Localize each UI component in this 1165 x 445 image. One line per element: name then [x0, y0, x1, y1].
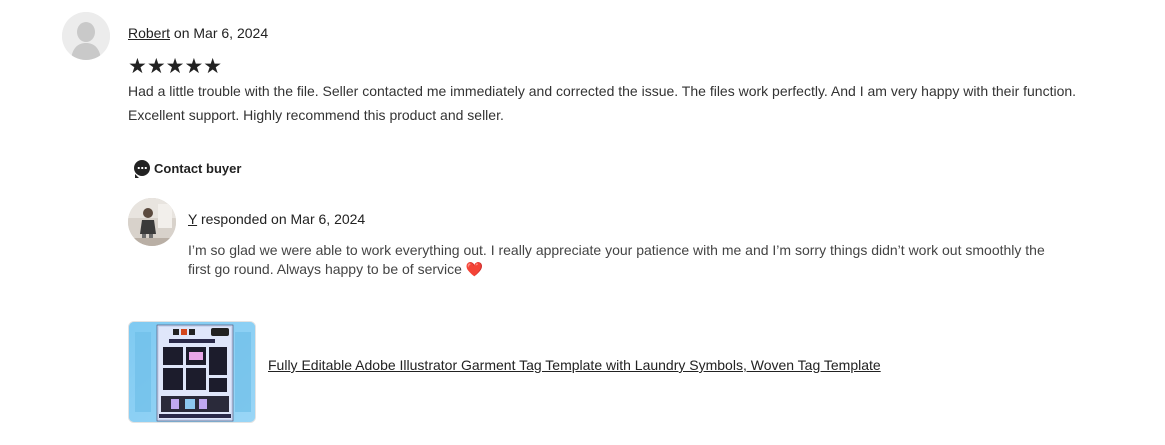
- product-image: [129, 322, 255, 422]
- contact-buyer-label: Contact buyer: [154, 160, 242, 176]
- chat-bubble-icon: [134, 160, 150, 178]
- review-meta: Robert on Mar 6, 2024: [128, 25, 268, 41]
- review-date: Mar 6, 2024: [193, 25, 269, 41]
- product-thumbnail[interactable]: [128, 321, 256, 423]
- star-rating: ★★★★★: [128, 55, 223, 78]
- user-silhouette-icon: [62, 12, 110, 60]
- heart-emoji-icon: ❤️: [465, 261, 484, 277]
- seller-photo-icon: [128, 198, 176, 246]
- response-meta: Y responded on Mar 6, 2024: [188, 211, 365, 227]
- contact-buyer-button[interactable]: Contact buyer: [134, 157, 241, 179]
- product-title-link[interactable]: Fully Editable Adobe Illustrator Garment…: [268, 356, 888, 375]
- date-prefix: on: [170, 25, 194, 41]
- review-text: Had a little trouble with the file. Sell…: [128, 83, 1077, 123]
- reviewer-name-link[interactable]: Robert: [128, 25, 170, 41]
- response-text: I’m so glad we were able to work everyth…: [188, 241, 1068, 279]
- reviewer-avatar[interactable]: [62, 12, 110, 60]
- seller-name-link[interactable]: Y: [188, 211, 197, 227]
- response-date: Mar 6, 2024: [290, 211, 366, 227]
- seller-avatar[interactable]: [128, 198, 176, 246]
- responded-label: responded on: [197, 211, 291, 227]
- response-body: I’m so glad we were able to work everyth…: [188, 242, 1045, 277]
